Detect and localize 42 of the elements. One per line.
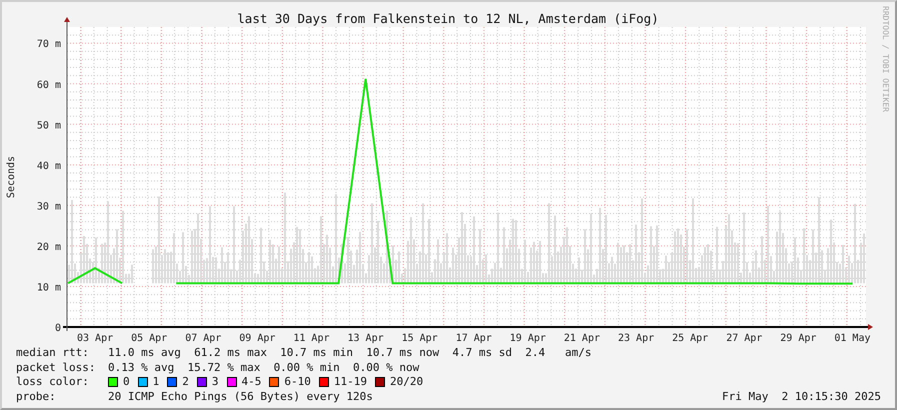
loss-color-label: 4-5 — [242, 375, 262, 390]
y-tick-label: 70 m — [36, 39, 61, 50]
loss-color-label: 11-19 — [334, 375, 367, 390]
x-tick-label: 03 Apr — [77, 333, 114, 344]
y-axis-label: Seconds — [6, 156, 17, 198]
x-tick-label: 09 Apr — [239, 333, 276, 344]
loss-color-label: 6-10 — [284, 375, 311, 390]
legend-label: probe: — [16, 390, 57, 404]
y-tick-label: 20 m — [36, 242, 61, 253]
x-tick-label: 15 Apr — [402, 333, 438, 344]
legend-label: median rtt: — [16, 346, 90, 360]
y-tick-label: 0 — [54, 323, 61, 334]
x-tick-label: 13 Apr — [347, 333, 384, 344]
x-tick-label: 21 Apr — [564, 333, 600, 344]
loss-color-label: 1 — [152, 375, 160, 390]
y-tick-label: 40 m — [36, 160, 61, 172]
x-tick-label: 17 Apr — [456, 333, 492, 344]
x-tick-label: 01 May — [834, 333, 871, 344]
x-tick-label: 05 Apr — [131, 333, 168, 344]
probe-text: 20 ICMP Echo Pings (56 Bytes) every 120s — [108, 390, 373, 404]
loss-color-label: 0 — [123, 375, 130, 390]
x-tick-label: 19 Apr — [510, 333, 546, 344]
chart-title: last 30 Days from Falkenstein to 12 NL, Amsterdam (iFog) — [237, 11, 659, 26]
x-tick-label: 29 Apr — [780, 333, 816, 344]
loss-color-label: 3 — [212, 375, 218, 390]
loss-color-label: 2 — [182, 375, 189, 390]
legend-values: 0.13 % avg 15.72 % max 0.00 % min 0.00 % now — [108, 360, 420, 375]
x-tick-label: 23 Apr — [618, 333, 654, 344]
x-tick-label: 11 Apr — [293, 333, 330, 344]
x-tick-label: 25 Apr — [672, 333, 708, 344]
y-tick-label: 10 m — [36, 282, 61, 294]
legend-label: loss color: — [16, 375, 90, 390]
y-tick-label: 60 m — [36, 80, 61, 91]
y-tick-label: 50 m — [36, 120, 61, 132]
credit-text: RRDTOOL / TOBI OETIKER — [881, 6, 890, 112]
loss-color-label: 20/20 — [390, 375, 424, 390]
legend-values: 11.0 ms avg 61.2 ms max 10.7 ms min 10.7 ms now 4.7 ms sd 2.4 am/s — [108, 346, 592, 360]
timestamp: Fri May 2 10:15:30 2025 — [722, 390, 881, 404]
legend-label: packet loss: — [16, 360, 96, 375]
x-tick-label: 07 Apr — [185, 333, 222, 344]
y-tick-label: 30 m — [36, 201, 61, 212]
x-tick-label: 27 Apr — [726, 333, 762, 344]
